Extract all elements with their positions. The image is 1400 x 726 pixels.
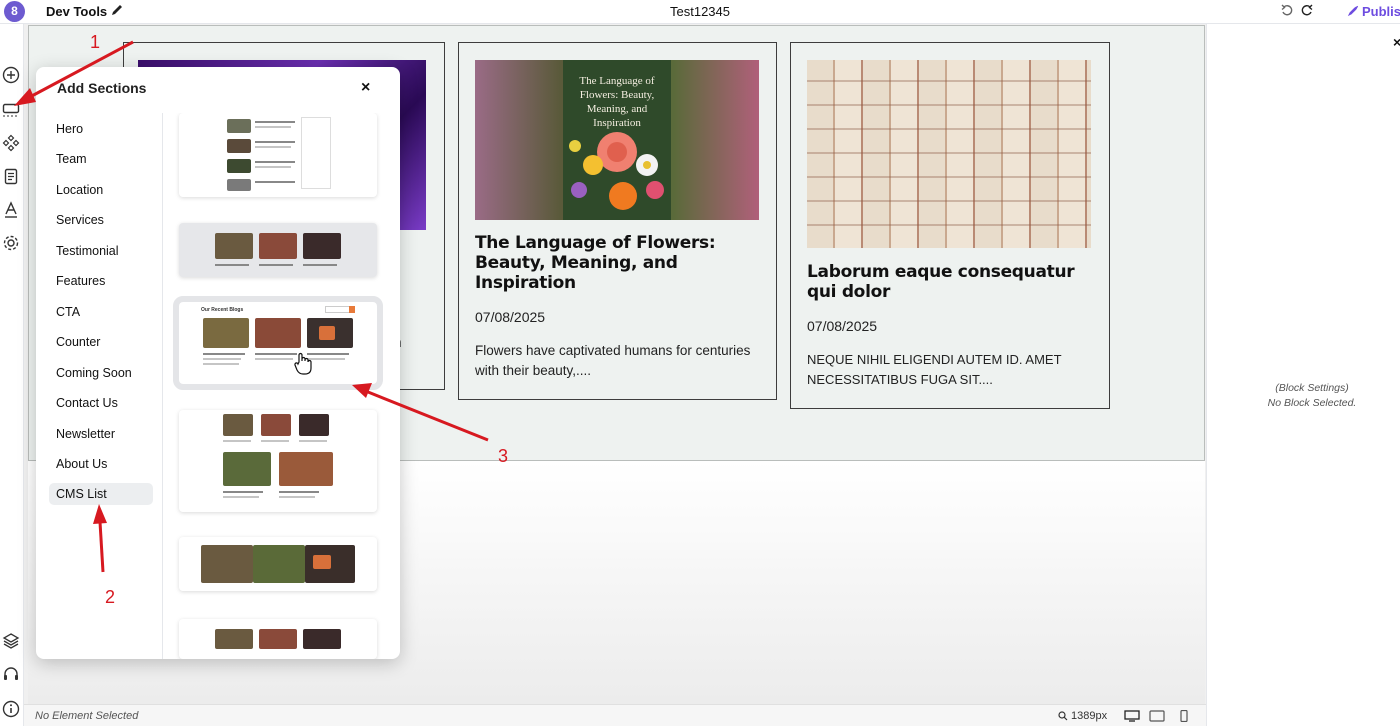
template-thumb-5[interactable] (179, 537, 377, 591)
publish-button[interactable]: Publish (1346, 2, 1400, 20)
blog-card-2-image: The Language of Flowers: Beauty, Meaning… (475, 60, 759, 220)
section-item-cta[interactable]: CTA (49, 301, 153, 323)
section-item-hero[interactable]: Hero (49, 118, 153, 140)
section-item-coming-soon[interactable]: Coming Soon (49, 362, 153, 384)
page-name: Test12345 (670, 4, 730, 19)
rocket-icon (1347, 5, 1359, 16)
panel-close-icon[interactable]: × (1393, 34, 1400, 50)
undo-icon[interactable] (1280, 3, 1294, 17)
blog-card-3-date: 07/08/2025 (807, 318, 878, 334)
section-item-services[interactable]: Services (49, 209, 153, 231)
template-thumb-1[interactable] (179, 113, 377, 197)
blog-card-2[interactable]: The Language of Flowers: Beauty, Meaning… (458, 42, 777, 400)
top-bar: 8 Dev Tools Test12345 Publish (0, 0, 1400, 24)
blog-card-2-cover-text: The Language of Flowers: Beauty, Meaning… (579, 75, 655, 129)
annotation-label-1: 1 (90, 32, 101, 52)
layers-icon[interactable] (2, 632, 20, 650)
template-thumb-4[interactable] (179, 410, 377, 512)
section-item-contact-us[interactable]: Contact Us (49, 392, 153, 414)
blog-card-2-excerpt: Flowers have captivated humans for centu… (475, 343, 751, 378)
typography-icon[interactable] (2, 201, 20, 219)
app-logo[interactable]: 8 (4, 1, 25, 22)
section-item-counter[interactable]: Counter (49, 331, 153, 353)
search-icon (1058, 711, 1068, 721)
section-category-list: Hero Team Location Services Testimonial … (36, 113, 163, 659)
blog-card-2-title[interactable]: The Language of Flowers: Beauty, Meaning… (475, 233, 755, 293)
status-bar: No Element Selected 1389px (24, 704, 1206, 726)
hand-cursor-icon (294, 352, 312, 375)
info-icon[interactable] (2, 700, 20, 718)
pencil-icon[interactable] (110, 3, 124, 17)
section-item-location[interactable]: Location (49, 179, 153, 201)
left-tool-rail (0, 24, 24, 726)
block-settings-heading: (Block Settings) (1275, 382, 1349, 394)
template-thumb-6[interactable] (179, 619, 377, 659)
blog-card-3[interactable]: Laborum eaque consequatur qui dolor 07/0… (790, 42, 1110, 409)
template-thumb-2[interactable] (179, 223, 377, 277)
blog-card-3-image (807, 60, 1091, 248)
add-sections-modal: Add Sections × Hero Team Location Servic… (36, 67, 400, 659)
pages-icon[interactable] (2, 168, 20, 186)
section-item-cms-list[interactable]: CMS List (49, 483, 153, 505)
section-item-about-us[interactable]: About Us (49, 453, 153, 475)
section-item-newsletter[interactable]: Newsletter (49, 423, 153, 445)
block-settings-panel: × (Block Settings) No Block Selected. (1206, 24, 1400, 726)
publish-label: Publish (1362, 3, 1400, 19)
no-block-selected-text: No Block Selected. (1267, 397, 1357, 409)
section-item-features[interactable]: Features (49, 270, 153, 292)
desktop-view-icon[interactable] (1124, 710, 1140, 722)
modal-title: Add Sections (57, 80, 147, 96)
blog-card-2-date: 07/08/2025 (475, 309, 546, 325)
section-template-thumbnails: Our Recent Blogs (164, 113, 400, 659)
block-settings-empty: (Block Settings) No Block Selected. (1207, 381, 1400, 411)
redo-icon[interactable] (1300, 3, 1314, 17)
section-item-testimonial[interactable]: Testimonial (49, 240, 153, 262)
tablet-view-icon[interactable] (1149, 710, 1165, 722)
template-thumb-3-heading: Our Recent Blogs (201, 307, 244, 313)
blog-card-3-excerpt: NEQUE NIHIL ELIGENDI AUTEM ID. AMET NECE… (807, 352, 1062, 387)
settings-gear-icon[interactable] (2, 234, 20, 252)
app-title: Dev Tools (46, 4, 108, 19)
blog-card-3-title[interactable]: Laborum eaque consequatur qui dolor (807, 262, 1092, 302)
modal-close-icon[interactable]: × (361, 79, 370, 97)
template-thumb-3-recent-blogs[interactable]: Our Recent Blogs (173, 296, 383, 390)
sections-icon[interactable] (2, 100, 20, 118)
annotation-label-2: 2 (105, 587, 116, 607)
components-icon[interactable] (2, 134, 20, 152)
status-text: No Element Selected (35, 710, 139, 722)
canvas-width-readout: 1389px (1071, 710, 1108, 722)
support-headset-icon[interactable] (2, 666, 20, 684)
annotation-label-3: 3 (498, 446, 509, 466)
add-circle-icon[interactable] (2, 66, 20, 84)
mobile-view-icon[interactable] (1176, 710, 1192, 722)
section-item-team[interactable]: Team (49, 148, 153, 170)
